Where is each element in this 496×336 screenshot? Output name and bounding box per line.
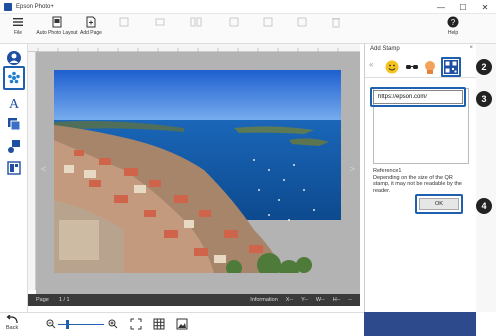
information-label: Information xyxy=(250,297,278,303)
left-sidebar: A xyxy=(0,44,28,312)
previous-page-arrow[interactable]: < xyxy=(41,164,46,174)
vertical-ruler xyxy=(28,52,36,290)
fit-to-window-icon[interactable] xyxy=(130,318,142,330)
disabled-tool-3 xyxy=(190,16,202,30)
add-page-icon xyxy=(86,16,96,28)
add-page-button[interactable]: Add Page xyxy=(80,16,102,36)
step-badge-3: 3 xyxy=(476,91,492,107)
grid-icon[interactable] xyxy=(153,318,165,330)
auto-layout-icon xyxy=(52,16,62,28)
h-value: H-- xyxy=(332,297,341,303)
add-stamp-panel: Add Stamp × « Reference1 Depending on th… xyxy=(364,44,477,312)
step-badge-2: 2 xyxy=(476,59,492,75)
align-icon xyxy=(155,18,165,26)
panel-close-icon[interactable]: × xyxy=(469,45,473,51)
y-value: Y-- xyxy=(301,297,308,303)
stamp-scroll-left-icon[interactable]: « xyxy=(369,60,373,69)
help-icon: ? xyxy=(447,16,459,28)
disabled-tool-4 xyxy=(228,16,240,30)
url-input-highlight xyxy=(370,87,466,107)
ok-button[interactable]: OK xyxy=(419,198,459,210)
zoom-slider-thumb[interactable] xyxy=(66,320,69,329)
disabled-tool-2 xyxy=(154,16,166,30)
page-number: 1 / 1 xyxy=(58,297,70,303)
help-label: Help xyxy=(447,30,459,36)
ruler-ticks xyxy=(37,48,339,52)
editing-canvas[interactable]: < > xyxy=(36,52,360,294)
distribute-icon xyxy=(190,17,202,27)
image-icon[interactable] xyxy=(176,318,188,330)
app-logo-icon xyxy=(4,2,12,11)
disabled-tool-5 xyxy=(262,16,274,30)
person-icon[interactable] xyxy=(6,50,22,66)
back-label: Back xyxy=(6,325,19,331)
music-icon[interactable] xyxy=(6,138,22,154)
close-button[interactable]: ✕ xyxy=(474,0,496,14)
disabled-tool-6 xyxy=(296,16,308,30)
back-button[interactable]: Back xyxy=(6,315,18,331)
next-page-arrow[interactable]: > xyxy=(350,164,355,174)
front-icon xyxy=(229,17,239,27)
svg-text:?: ? xyxy=(451,18,456,27)
back-arrow-icon xyxy=(6,315,18,324)
horizontal-ruler xyxy=(28,44,360,52)
text-icon[interactable]: A xyxy=(6,94,22,110)
delete-icon xyxy=(332,18,340,28)
character-stamp-icon[interactable] xyxy=(423,60,437,74)
w-value: W-- xyxy=(315,297,325,303)
disabled-tool-7 xyxy=(330,16,342,30)
panel-title: Add Stamp xyxy=(370,46,400,52)
smiley-stamp-icon[interactable] xyxy=(385,60,399,74)
layers-icon[interactable] xyxy=(6,116,22,132)
qr-code-stamp-icon[interactable] xyxy=(444,60,458,74)
sunglasses-stamp-icon[interactable] xyxy=(405,60,419,74)
toolbar: File Auto Photo Layout Add Page ? Help xyxy=(0,14,496,44)
duplicate-icon xyxy=(297,17,307,27)
photo-illustration xyxy=(54,70,341,273)
minimize-button[interactable]: — xyxy=(430,0,452,14)
window-title: Epson Photo+ xyxy=(16,3,54,10)
zoom-slider-track[interactable] xyxy=(58,324,104,325)
maximize-button[interactable]: ☐ xyxy=(452,0,474,14)
stamp-icon[interactable] xyxy=(6,70,22,86)
bottom-bar: Back xyxy=(0,312,364,336)
harbor-photo[interactable] xyxy=(54,70,341,273)
reference-note: Reference1 Depending on the size of the … xyxy=(373,168,469,194)
disabled-tool-1 xyxy=(118,16,130,30)
layout-icon[interactable] xyxy=(6,160,22,176)
file-label: File xyxy=(13,30,23,36)
file-button[interactable]: File xyxy=(12,16,24,36)
title-bar: Epson Photo+ — ☐ ✕ xyxy=(0,0,496,14)
back-order-icon xyxy=(263,17,273,27)
add-page-label: Add Page xyxy=(80,30,102,36)
zoom-in-icon[interactable] xyxy=(108,319,118,329)
window-controls: — ☐ ✕ xyxy=(430,0,496,14)
zoom-out-icon[interactable] xyxy=(46,319,56,329)
svg-text:A: A xyxy=(9,97,20,110)
stamp-selector: « xyxy=(365,56,477,78)
reference-text: Reference1 Depending on the size of the … xyxy=(373,168,462,194)
panel-footer xyxy=(364,312,476,336)
page-status-bar: Page 1 / 1 Information X-- Y-- W-- H-- -… xyxy=(28,294,360,306)
step-badge-4: 4 xyxy=(476,198,492,214)
panel-scrollbar[interactable] xyxy=(476,44,496,312)
page-label: Page xyxy=(36,297,49,303)
extra-value: -- xyxy=(348,297,352,303)
hamburger-menu-icon xyxy=(13,18,23,26)
help-button[interactable]: ? Help xyxy=(447,16,459,36)
auto-layout-label: Auto Photo Layout xyxy=(36,30,78,36)
x-value: X-- xyxy=(285,297,294,303)
copy-icon xyxy=(119,17,129,27)
auto-photo-layout-button[interactable]: Auto Photo Layout xyxy=(36,16,78,36)
